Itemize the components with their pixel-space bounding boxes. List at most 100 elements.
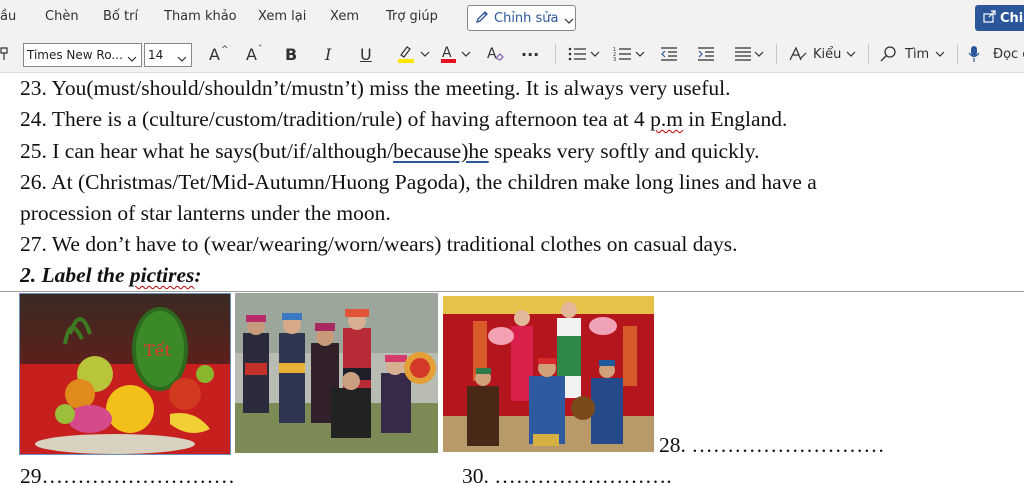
document-page[interactable]: 23. You(must/should/shouldn’t/mustn’t) m…	[0, 73, 1024, 486]
chevron-down-icon	[590, 51, 600, 57]
more-options-label: ···	[521, 44, 540, 64]
toolbar-divider	[776, 44, 777, 64]
find-label: Tìm	[905, 46, 930, 62]
ribbon-tabs: ầu Chèn Bố trí Tham khảo Xem lại Xem Trợ…	[0, 0, 1024, 35]
chevron-down-icon	[846, 51, 856, 57]
microphone-icon	[968, 46, 980, 62]
spelling-flag: pictires	[129, 263, 195, 287]
picture-tet-fruit-tray[interactable]: Tết	[19, 293, 231, 455]
question-24-text: 24. There is a (culture/custom/tradition…	[20, 107, 651, 131]
chevron-down-icon	[635, 51, 645, 57]
read-aloud-label: Đọc c	[993, 46, 1024, 62]
question-25: 25. I can hear what he says(but/if/altho…	[20, 138, 760, 164]
answer-29[interactable]: 29………………………	[20, 463, 235, 486]
tab-references[interactable]: Tham khảo	[164, 9, 237, 24]
format-painter-icon[interactable]	[0, 35, 8, 73]
tab-view[interactable]: Xem	[330, 9, 359, 24]
grow-font-button[interactable]: A ^	[209, 35, 229, 73]
find-button[interactable]: Tìm	[879, 35, 945, 73]
underline-label: U	[360, 44, 372, 64]
underline-button[interactable]: U	[360, 35, 372, 73]
pencil-icon	[475, 9, 489, 28]
tab-home[interactable]: ầu	[0, 9, 16, 24]
font-family-value: Times New Ro...	[27, 48, 123, 62]
section-heading-colon: :	[194, 263, 202, 287]
read-aloud-button[interactable]: Đọc c	[968, 35, 1024, 73]
editing-mode-label: Chỉnh sửa	[494, 10, 559, 26]
font-family-select[interactable]: Times New Ro...	[23, 43, 142, 67]
bold-label: B	[285, 44, 298, 64]
svg-text:A: A	[442, 45, 452, 61]
chevron-down-icon	[564, 9, 574, 28]
numbering-button[interactable]: 1 2 3	[613, 35, 645, 73]
caret-up-icon: ^	[220, 45, 229, 55]
question-23: 23. You(must/should/shouldn’t/mustn’t) m…	[20, 76, 731, 100]
shrink-font-button[interactable]: A ˇ	[246, 35, 262, 73]
grow-font-label: A	[209, 44, 220, 64]
align-justify-icon	[735, 47, 751, 61]
clear-formatting-icon: A	[487, 46, 504, 62]
increase-indent-icon	[698, 47, 714, 61]
share-button[interactable]: Chia	[975, 5, 1024, 31]
chevron-down-icon	[420, 51, 430, 57]
shrink-font-label: A	[246, 44, 257, 64]
editing-mode-button[interactable]: Chỉnh sửa	[467, 5, 576, 31]
toolbar-divider	[957, 44, 958, 64]
picture-ethnic-group[interactable]	[235, 293, 438, 453]
toolbar-divider	[868, 44, 869, 64]
chevron-down-icon	[935, 51, 945, 57]
chevron-down-icon	[177, 51, 187, 65]
font-color-button[interactable]: A	[439, 35, 471, 73]
picture-traditional-music[interactable]	[443, 296, 654, 452]
formatting-toolbar: Times New Ro... 14 A ^ A ˇ B I U A A ···…	[0, 35, 1024, 73]
bold-button[interactable]: B	[285, 35, 297, 73]
highlight-color-button[interactable]	[396, 35, 430, 73]
chevron-down-icon	[461, 51, 471, 57]
styles-button[interactable]: Kiểu	[788, 35, 856, 73]
answer-30[interactable]: 30. …………………….	[462, 463, 672, 486]
decrease-indent-button[interactable]	[659, 35, 679, 73]
more-options-button[interactable]: ···	[521, 35, 539, 73]
section-heading: 2. Label the pictires:	[20, 262, 202, 288]
share-icon	[983, 9, 996, 27]
question-26-continued: procession of star lanterns under the mo…	[20, 201, 391, 225]
question-24-text-end: in England.	[682, 107, 788, 131]
font-size-value: 14	[148, 48, 164, 62]
svg-text:Tết: Tết	[144, 341, 172, 360]
clear-formatting-button[interactable]: A	[485, 35, 505, 73]
styles-icon	[789, 46, 807, 61]
numbered-list-icon: 1 2 3	[613, 47, 631, 62]
question-25-text-end: speaks very softly and quickly.	[488, 139, 760, 163]
page-break-line	[0, 291, 1024, 292]
highlighter-icon	[398, 46, 414, 63]
search-icon	[880, 46, 896, 62]
answer-28[interactable]: 28. ………………………	[659, 432, 885, 458]
question-25-text: 25. I can hear what he says(but/if/altho…	[20, 139, 394, 163]
tab-review[interactable]: Xem lại	[258, 9, 306, 24]
font-color-icon: A	[441, 45, 456, 63]
toolbar-divider	[555, 44, 556, 64]
tab-insert[interactable]: Chèn	[45, 9, 79, 24]
tab-layout[interactable]: Bố trí	[103, 9, 138, 24]
section-heading-text: 2. Label the	[20, 263, 130, 287]
svg-text:3: 3	[613, 57, 616, 62]
styles-label: Kiểu	[813, 46, 842, 62]
svg-text:A: A	[487, 46, 497, 62]
font-size-select[interactable]: 14	[144, 43, 192, 67]
chevron-down-icon	[127, 51, 137, 65]
grammar-flag: because)he	[393, 139, 489, 163]
increase-indent-button[interactable]	[696, 35, 716, 73]
italic-button[interactable]: I	[325, 35, 331, 73]
share-label: Chia	[1000, 10, 1024, 26]
caret-down-icon: ˇ	[257, 45, 263, 55]
bullet-list-icon	[568, 47, 586, 61]
bullets-button[interactable]	[568, 35, 600, 73]
spelling-flag: p.m	[650, 107, 683, 131]
decrease-indent-icon	[661, 47, 677, 61]
italic-label: I	[325, 44, 332, 64]
align-button[interactable]	[734, 35, 764, 73]
chevron-down-icon	[754, 51, 764, 57]
question-27: 27. We don’t have to (wear/wearing/worn/…	[20, 232, 738, 256]
question-26: 26. At (Christmas/Tet/Mid-Autumn/Huong P…	[20, 170, 817, 194]
tab-help[interactable]: Trợ giúp	[386, 9, 438, 24]
